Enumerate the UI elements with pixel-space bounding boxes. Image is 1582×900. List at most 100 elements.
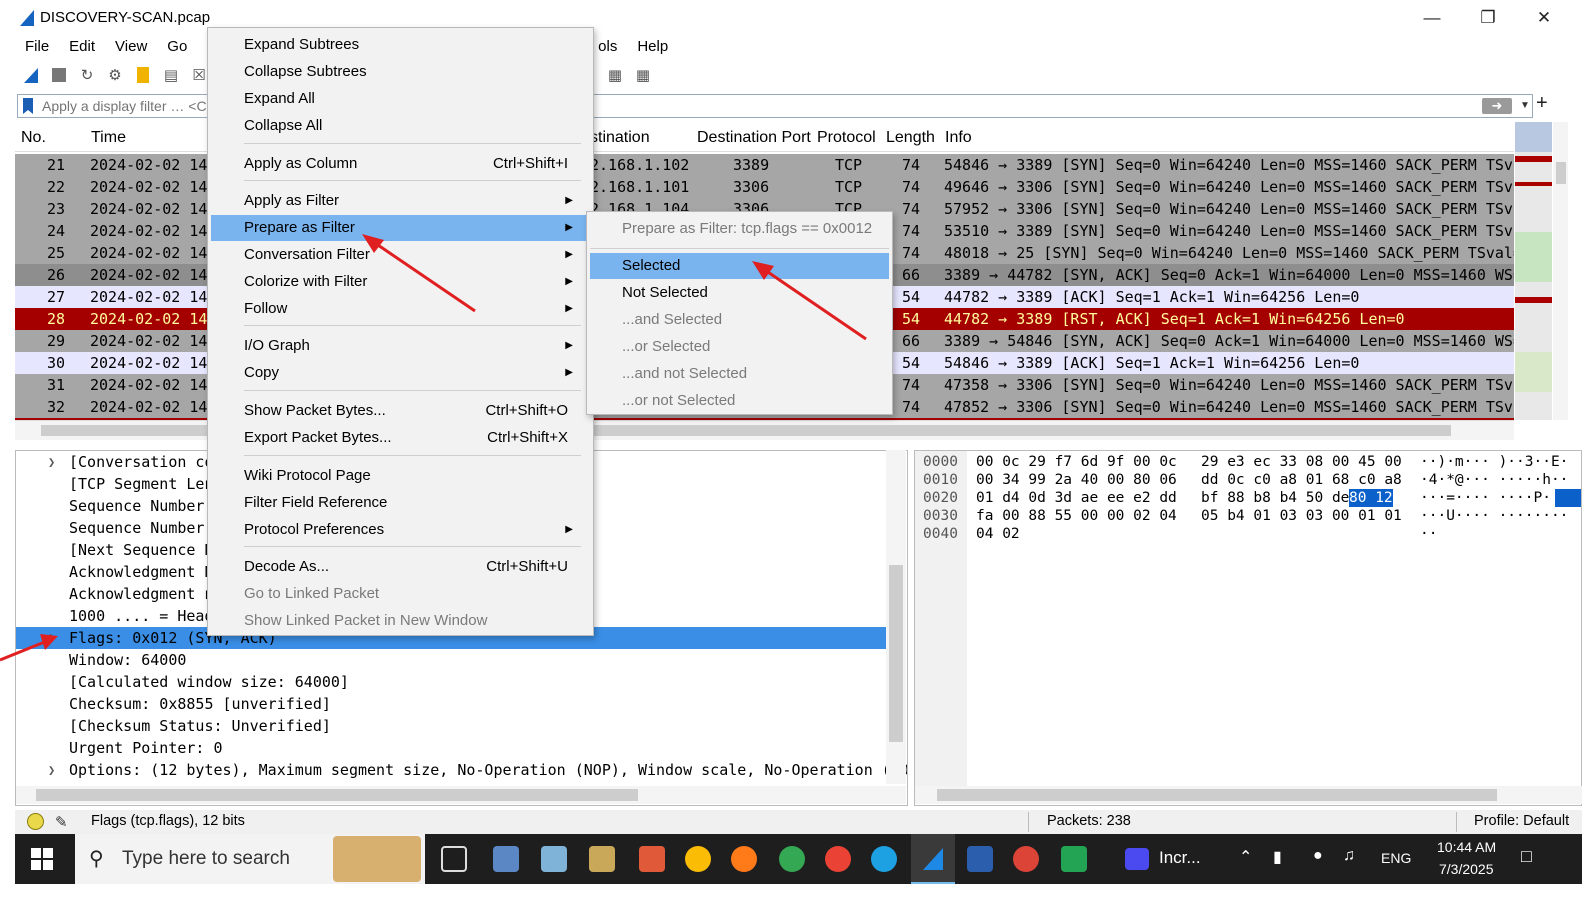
menu-item-copy[interactable]: Copy ▶ <box>211 360 590 386</box>
menu-item-show-linked-packet-in-new-window[interactable]: Show Linked Packet in New Window <box>211 608 590 634</box>
add-filter-button-icon[interactable]: + <box>1536 92 1548 115</box>
expand-chevron-icon[interactable]: ❯ <box>48 759 55 781</box>
hex-bytes-highlighted[interactable]: 80 12 <box>1349 489 1393 507</box>
firefox-icon[interactable] <box>731 846 757 872</box>
hex-bytes-right[interactable]: 29 e3 ec 33 08 00 45 00 <box>1201 453 1402 471</box>
packet-list-vertical-scrollbar[interactable] <box>1553 122 1568 420</box>
capture-options-icon[interactable]: ⚙ <box>103 63 127 87</box>
menu-item-expand-subtrees[interactable]: Expand Subtrees <box>211 32 590 58</box>
comment-edit-icon[interactable]: ✎ <box>55 813 68 831</box>
column-destination[interactable]: stination <box>590 122 650 152</box>
expert-info-indicator-icon[interactable] <box>27 813 44 830</box>
edge-browser-icon[interactable] <box>871 846 897 872</box>
word-icon[interactable] <box>967 846 993 872</box>
menu-item-i-o-graph[interactable]: I/O Graph ▶ <box>211 333 590 359</box>
hex-bytes-left[interactable]: fa 00 88 55 00 00 02 04 <box>976 507 1177 525</box>
menu-item-apply-as-column[interactable]: Apply as Column Ctrl+Shift+I <box>211 151 590 177</box>
profile-status[interactable]: Profile: Default <box>1474 813 1569 829</box>
restart-capture-icon[interactable]: ↻ <box>75 63 99 87</box>
notifications-icon[interactable]: □ <box>1521 846 1532 867</box>
menu-file[interactable]: File <box>15 36 59 58</box>
chrome-profile-icon[interactable] <box>1013 846 1039 872</box>
menu-item-follow[interactable]: Follow ▶ <box>211 296 590 322</box>
menu-item-collapse-all[interactable]: Collapse All <box>211 113 590 139</box>
zoom-window-label[interactable]: Incr... <box>1159 848 1201 868</box>
menu-item-filter-field-reference[interactable]: Filter Field Reference <box>211 490 590 516</box>
clock-time[interactable]: 10:44 AM <box>1437 839 1496 855</box>
menu-item-protocol-preferences[interactable]: Protocol Preferences ▶ <box>211 517 590 543</box>
menu-item-colorize-with-filter[interactable]: Colorize with Filter ▶ <box>211 269 590 295</box>
menu-edit[interactable]: Edit <box>59 36 105 58</box>
battery-icon[interactable]: ▮ <box>1273 847 1282 867</box>
submenu-selected[interactable]: Selected <box>590 253 889 279</box>
menu-help[interactable]: Help <box>627 36 678 58</box>
layout-icon[interactable]: ▦ <box>631 63 655 87</box>
tray-overflow-icon[interactable]: ⌃ <box>1239 847 1252 867</box>
submenu-and-selected[interactable]: ...and Selected <box>590 307 889 333</box>
hex-bytes-left[interactable]: 04 02 <box>976 525 1020 543</box>
column-no[interactable]: No. <box>21 122 46 152</box>
bytes-horizontal-scrollbar[interactable] <box>915 786 1582 804</box>
menu-item-prepare-as-filter[interactable]: Prepare as Filter ▶ <box>211 215 590 241</box>
menu-view[interactable]: View <box>105 36 157 58</box>
chrome-profile-icon[interactable] <box>825 846 851 872</box>
submenu-and-not-selected[interactable]: ...and not Selected <box>590 361 889 387</box>
detail-row[interactable]: Window: 64000 <box>16 649 886 671</box>
clock-date[interactable]: 7/3/2025 <box>1439 861 1494 877</box>
ascii-bytes[interactable]: ·· <box>1420 525 1437 543</box>
hex-bytes-left[interactable]: 00 0c 29 f7 6d 9f 00 0c <box>976 453 1177 471</box>
open-file-icon[interactable] <box>131 63 155 87</box>
detail-row[interactable]: ❯ Options: (12 bytes), Maximum segment si… <box>16 759 907 781</box>
stop-capture-icon[interactable] <box>47 63 71 87</box>
hex-bytes-right[interactable]: dd 0c c0 a8 01 68 c0 a8 <box>1201 471 1402 489</box>
wireshark-taskbar-icon[interactable] <box>920 846 946 872</box>
save-file-icon[interactable]: ▤ <box>159 63 183 87</box>
detail-row[interactable]: Checksum: 0x8855 [unverified] <box>16 693 886 715</box>
camtasia-icon[interactable] <box>1061 846 1087 872</box>
ascii-bytes[interactable]: ··)·m··· )··3··E· <box>1420 453 1568 471</box>
hex-bytes-left[interactable]: 01 d4 0d 3d ae ee e2 dd <box>976 489 1177 507</box>
start-capture-icon[interactable] <box>19 63 43 87</box>
chrome-icon[interactable] <box>685 846 711 872</box>
menu-item-wiki-protocol-page[interactable]: Wiki Protocol Page <box>211 463 590 489</box>
app-icon[interactable] <box>541 846 567 872</box>
resize-columns-icon[interactable]: ▦ <box>603 63 627 87</box>
input-language-indicator[interactable]: ENG <box>1381 850 1411 866</box>
column-length[interactable]: Length <box>886 122 935 152</box>
menu-item-conversation-filter[interactable]: Conversation Filter ▶ <box>211 242 590 268</box>
xd-app-icon[interactable] <box>589 846 615 872</box>
column-destination-port[interactable]: Destination Port <box>697 122 811 152</box>
volume-icon[interactable]: ♫ <box>1343 847 1355 865</box>
submenu-or-not-selected[interactable]: ...or not Selected <box>590 388 889 414</box>
detail-row[interactable]: [Checksum Status: Unverified] <box>16 715 886 737</box>
packet-list-minimap[interactable] <box>1515 122 1552 420</box>
menu-item-decode-as[interactable]: Decode As... Ctrl+Shift+U <box>211 554 590 580</box>
submenu-not-selected[interactable]: Not Selected <box>590 280 889 306</box>
details-horizontal-scrollbar[interactable] <box>16 786 906 804</box>
hex-bytes-right[interactable]: 05 b4 01 03 03 00 01 01 <box>1201 507 1402 525</box>
menu-item-apply-as-filter[interactable]: Apply as Filter ▶ <box>211 188 590 214</box>
column-time[interactable]: Time <box>91 122 126 152</box>
detail-row[interactable]: [Calculated window size: 64000] <box>16 671 886 693</box>
task-view-icon[interactable] <box>441 846 467 872</box>
expand-chevron-icon[interactable]: ❯ <box>48 451 55 473</box>
expand-chevron-icon[interactable]: ❯ <box>48 627 55 649</box>
submenu-or-selected[interactable]: ...or Selected <box>590 334 889 360</box>
column-info[interactable]: Info <box>945 122 972 152</box>
ascii-bytes[interactable]: ·4·*@··· ·····h·· <box>1420 471 1568 489</box>
brave-browser-icon[interactable] <box>639 846 665 872</box>
chrome-profile-icon[interactable] <box>779 846 805 872</box>
menu-item-go-to-linked-packet[interactable]: Go to Linked Packet <box>211 581 590 607</box>
zoom-icon[interactable] <box>1125 848 1149 870</box>
microphone-icon[interactable]: ● <box>1313 847 1323 865</box>
close-button[interactable]: ✕ <box>1522 4 1566 32</box>
details-vertical-scrollbar[interactable] <box>886 450 906 784</box>
minimize-button[interactable]: — <box>1410 4 1454 32</box>
ascii-bytes[interactable]: ···U···· ········ <box>1420 507 1568 525</box>
restore-button[interactable]: ❐ <box>1466 4 1510 32</box>
detail-row[interactable]: Urgent Pointer: 0 <box>16 737 886 759</box>
ascii-bytes[interactable]: ···=···· ····P· <box>1420 489 1551 507</box>
windows-start-icon[interactable] <box>31 848 53 870</box>
menu-item-expand-all[interactable]: Expand All <box>211 86 590 112</box>
column-protocol[interactable]: Protocol <box>817 122 876 152</box>
